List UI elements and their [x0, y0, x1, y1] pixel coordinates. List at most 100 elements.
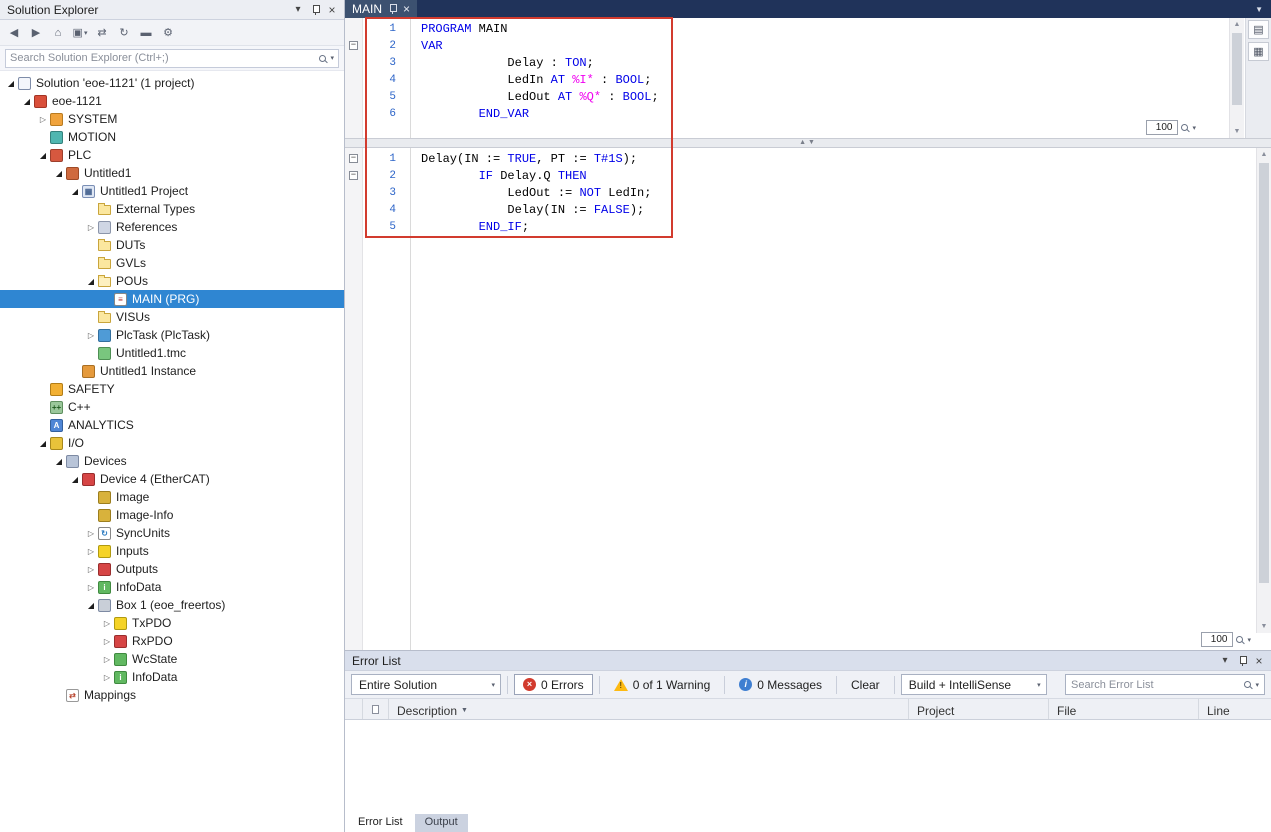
- code-text[interactable]: LedOut := NOT LedIn;: [410, 186, 651, 200]
- code-line-2[interactable]: −2 IF Delay.Q THEN: [345, 167, 1271, 184]
- code-text[interactable]: VAR: [410, 39, 443, 53]
- code-line-5[interactable]: 5 LedOut AT %Q* : BOOL;: [345, 88, 1271, 105]
- collapse-arrow-icon[interactable]: ◢: [52, 457, 66, 466]
- scroll-up-icon[interactable]: ▲: [1257, 148, 1271, 161]
- error-list-search-input[interactable]: [1071, 679, 1244, 691]
- collapse-all-icon[interactable]: ▬: [136, 23, 156, 43]
- code-line-5[interactable]: 5 END_IF;: [345, 218, 1271, 235]
- sync-with-active-document-icon[interactable]: ⇄: [92, 23, 112, 43]
- pin-icon[interactable]: [1234, 653, 1250, 668]
- scrollbar-thumb[interactable]: [1259, 163, 1269, 583]
- expand-arrow-icon[interactable]: ▷: [84, 583, 98, 592]
- tree-item-infodata[interactable]: ▷iInfoData: [0, 668, 344, 686]
- declaration-editor[interactable]: 1PROGRAM MAIN−2VAR3 Delay : TON;4 LedIn …: [345, 18, 1271, 138]
- scope-filter-dropdown[interactable]: Entire Solution ▾: [351, 674, 501, 695]
- tree-item-syncunits[interactable]: ▷↻SyncUnits: [0, 524, 344, 542]
- implementation-code-pane[interactable]: −1Delay(IN := TRUE, PT := T#1S);−2 IF De…: [345, 148, 1271, 650]
- tree-item-solution-eoe-1121-1-project[interactable]: ◢Solution 'eoe-1121' (1 project): [0, 74, 344, 92]
- error-list-grid-body[interactable]: [345, 720, 1271, 814]
- tree-item-motion[interactable]: MOTION: [0, 128, 344, 146]
- errors-filter-button[interactable]: 0 Errors: [514, 674, 593, 695]
- refresh-icon[interactable]: ↻: [114, 23, 134, 43]
- expand-arrow-icon[interactable]: ▷: [100, 673, 114, 682]
- tree-item-duts[interactable]: DUTs: [0, 236, 344, 254]
- collapse-arrow-icon[interactable]: ◢: [36, 151, 50, 160]
- window-position-chevron-icon[interactable]: ▾: [1217, 653, 1233, 668]
- collapse-arrow-icon[interactable]: ◢: [4, 79, 18, 88]
- tree-item-untitled1[interactable]: ◢Untitled1: [0, 164, 344, 182]
- code-text[interactable]: LedOut AT %Q* : BOOL;: [410, 90, 659, 104]
- tree-item-visus[interactable]: VISUs: [0, 308, 344, 326]
- implementation-editor[interactable]: −1Delay(IN := TRUE, PT := T#1S);−2 IF De…: [345, 148, 1271, 650]
- bottom-tab-output[interactable]: Output: [415, 814, 468, 832]
- tree-item-plctask-plctask[interactable]: ▷PlcTask (PlcTask): [0, 326, 344, 344]
- expand-arrow-icon[interactable]: ▷: [84, 565, 98, 574]
- collapse-arrow-icon[interactable]: ◢: [84, 601, 98, 610]
- expand-arrow-icon[interactable]: ▷: [100, 637, 114, 646]
- tree-item-device-4-ethercat[interactable]: ◢Device 4 (EtherCAT): [0, 470, 344, 488]
- expand-arrow-icon[interactable]: ▷: [36, 115, 50, 124]
- code-line-4[interactable]: 4 LedIn AT %I* : BOOL;: [345, 71, 1271, 88]
- tabular-view-icon[interactable]: ▦: [1248, 42, 1269, 61]
- tree-item-outputs[interactable]: ▷Outputs: [0, 560, 344, 578]
- scroll-up-icon[interactable]: ▲: [1230, 18, 1244, 31]
- tab-main[interactable]: MAIN ×: [345, 0, 417, 18]
- code-text[interactable]: Delay : TON;: [410, 56, 594, 70]
- search-options-chevron-icon[interactable]: ▾: [1255, 681, 1259, 689]
- tree-item-safety[interactable]: SAFETY: [0, 380, 344, 398]
- properties-icon[interactable]: ⚙: [158, 23, 178, 43]
- declaration-code-pane[interactable]: 1PROGRAM MAIN−2VAR3 Delay : TON;4 LedIn …: [345, 18, 1271, 138]
- switch-views-icon[interactable]: ▣▾: [70, 23, 90, 43]
- tree-item-i-o[interactable]: ◢I/O: [0, 434, 344, 452]
- expand-arrow-icon[interactable]: ▷: [100, 619, 114, 628]
- tree-item-pous[interactable]: ◢POUs: [0, 272, 344, 290]
- tree-item-plc[interactable]: ◢PLC: [0, 146, 344, 164]
- collapse-arrow-icon[interactable]: ◢: [84, 277, 98, 286]
- warnings-filter-button[interactable]: 0 of 1 Warning: [606, 674, 719, 695]
- search-icon[interactable]: [1244, 681, 1251, 688]
- error-list-title-bar[interactable]: Error List ▾ ×: [345, 651, 1271, 671]
- tree-item-untitled1-project[interactable]: ◢▦Untitled1 Project: [0, 182, 344, 200]
- code-text[interactable]: END_IF;: [410, 220, 529, 234]
- code-line-2[interactable]: −2VAR: [345, 37, 1271, 54]
- search-options-chevron-icon[interactable]: ▾: [330, 54, 334, 62]
- tree-item-image[interactable]: Image: [0, 488, 344, 506]
- tree-item-analytics[interactable]: AANALYTICS: [0, 416, 344, 434]
- tree-item-untitled1-tmc[interactable]: Untitled1.tmc: [0, 344, 344, 362]
- scroll-down-icon[interactable]: ▼: [1230, 125, 1244, 138]
- collapse-arrow-icon[interactable]: ◢: [68, 475, 82, 484]
- expand-arrow-icon[interactable]: ▷: [100, 655, 114, 664]
- tree-item-wcstate[interactable]: ▷WcState: [0, 650, 344, 668]
- messages-filter-button[interactable]: 0 Messages: [731, 674, 830, 695]
- expand-arrow-icon[interactable]: ▷: [84, 547, 98, 556]
- zoom-level[interactable]: 100: [1201, 632, 1233, 647]
- expand-arrow-icon[interactable]: ▷: [84, 331, 98, 340]
- code-line-1[interactable]: 1PROGRAM MAIN: [345, 20, 1271, 37]
- tree-item-gvls[interactable]: GVLs: [0, 254, 344, 272]
- clear-button[interactable]: Clear: [843, 674, 888, 695]
- splitter-grip-icon[interactable]: ▲▼: [799, 139, 817, 147]
- code-line-6[interactable]: 6 END_VAR: [345, 105, 1271, 122]
- code-line-3[interactable]: 3 Delay : TON;: [345, 54, 1271, 71]
- pin-icon[interactable]: [307, 2, 323, 17]
- tree-item-main-prg[interactable]: ≡MAIN (PRG): [0, 290, 344, 308]
- collapse-arrow-icon[interactable]: ◢: [52, 169, 66, 178]
- tree-item-untitled1-instance[interactable]: Untitled1 Instance: [0, 362, 344, 380]
- pin-tab-icon[interactable]: [388, 4, 397, 15]
- search-box[interactable]: ▾: [5, 49, 339, 68]
- bottom-tab-error-list[interactable]: Error List: [348, 814, 413, 832]
- declaration-zoom-control[interactable]: 100 ▾: [1146, 120, 1196, 135]
- back-icon[interactable]: ◀: [4, 23, 24, 43]
- line-column-header[interactable]: Line: [1199, 699, 1271, 719]
- scrollbar-thumb[interactable]: [1232, 33, 1242, 105]
- code-text[interactable]: IF Delay.Q THEN: [410, 169, 587, 183]
- close-icon[interactable]: ×: [1251, 653, 1267, 668]
- tree-item-mappings[interactable]: ⇄Mappings: [0, 686, 344, 704]
- search-icon[interactable]: [319, 55, 326, 62]
- collapse-arrow-icon[interactable]: ◢: [36, 439, 50, 448]
- collapse-arrow-icon[interactable]: ◢: [68, 187, 82, 196]
- tree-item-txpdo[interactable]: ▷TxPDO: [0, 614, 344, 632]
- fold-toggle-icon[interactable]: −: [345, 154, 362, 163]
- forward-icon[interactable]: ▶: [26, 23, 46, 43]
- close-icon[interactable]: ×: [324, 2, 340, 17]
